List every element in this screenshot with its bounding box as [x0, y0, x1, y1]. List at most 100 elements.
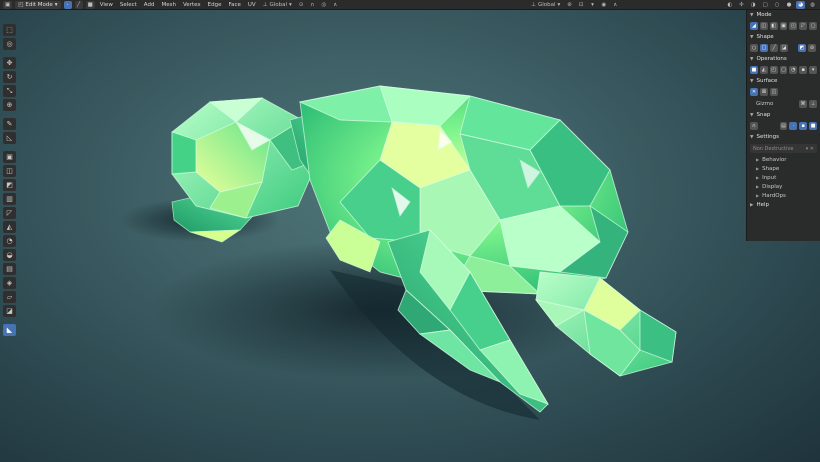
mode-slice-button[interactable]: ◫ [759, 22, 768, 30]
section-surface-header[interactable]: ▼ Surface [747, 76, 820, 86]
section-settings-header[interactable]: ▼ Settings [747, 132, 820, 142]
menu-uv[interactable]: UV [246, 2, 258, 8]
shading-wire-button[interactable]: ○ [773, 1, 782, 9]
extrude-tool[interactable]: ▣ [3, 151, 16, 163]
shading-solid-button[interactable]: ● [785, 1, 794, 9]
transform-orientation-dropdown[interactable]: ⊥ Global ▾ [261, 1, 294, 9]
shape-circle-button[interactable]: ○ [750, 44, 758, 52]
surface-object-button[interactable]: ✕ [750, 88, 758, 96]
visibility-button[interactable]: ◐ [725, 1, 734, 9]
close-icon: ✕ [751, 89, 757, 95]
transform-tool[interactable]: ⊕ [3, 99, 16, 111]
op-offset-button[interactable]: ◰ [769, 66, 778, 74]
settings-shape[interactable]: ▶ Shape [747, 164, 820, 173]
op-extrude-button[interactable]: ◭ [759, 66, 768, 74]
shape-ngon-button[interactable]: ╱ [770, 44, 778, 52]
snap-enable-button[interactable]: ∩ [750, 122, 758, 130]
settings-input[interactable]: ▶ Input [747, 173, 820, 182]
spin-tool[interactable]: ◔ [3, 235, 16, 247]
op-lock-button[interactable]: ▪ [799, 66, 808, 74]
snap-toggle[interactable]: ∩ [308, 1, 316, 9]
section-help-header[interactable]: ▶ Help [747, 200, 820, 210]
shading-rendered-button[interactable]: ◍ [808, 1, 817, 9]
shape-option-button[interactable]: ◩ [798, 44, 806, 52]
op-rotate-button[interactable]: ◔ [789, 66, 798, 74]
mode-inset-button[interactable]: ▣ [779, 22, 788, 30]
gizmo-toggle[interactable]: ⌘ [799, 100, 807, 108]
cursor-tool[interactable]: ◎ [3, 38, 16, 50]
mode-make-button[interactable]: ▢ [809, 22, 817, 30]
gizmo-axis-toggle[interactable]: ⊥ [809, 100, 817, 108]
overlay-button[interactable]: ◑ [749, 1, 758, 9]
annotate-tool[interactable]: ✎ [3, 118, 16, 130]
shading-material-button[interactable]: ◕ [796, 0, 806, 9]
mode-selector[interactable]: ◰ Edit Mode ▾ [15, 0, 61, 9]
orientation-icon: ⊥ [262, 1, 268, 8]
menu-vertex[interactable]: Vertex [181, 2, 203, 8]
pivot-point-button[interactable]: ⊙ [297, 1, 306, 9]
menu-add[interactable]: Add [142, 2, 157, 8]
bevel-tool[interactable]: ◩ [3, 179, 16, 191]
measure-tool[interactable]: ◺ [3, 132, 16, 144]
snap-edge-button[interactable]: ▪ [799, 122, 808, 130]
move-tool[interactable]: ✥ [3, 57, 16, 69]
rip-tool[interactable]: ◪ [3, 305, 16, 317]
menu-face[interactable]: Face [226, 2, 242, 8]
loop-cut-tool[interactable]: ▥ [3, 193, 16, 205]
proportional-button[interactable]: ◉ [599, 1, 608, 9]
section-operations-header[interactable]: ▼ Operations [747, 54, 820, 64]
section-snap-header[interactable]: ▼ Snap [747, 110, 820, 120]
menu-select[interactable]: Select [118, 2, 139, 8]
mode-join-button[interactable]: ◰ [789, 22, 798, 30]
section-shape-header[interactable]: ▼ Shape [747, 32, 820, 42]
inset-tool[interactable]: ◫ [3, 165, 16, 177]
menu-mesh[interactable]: Mesh [159, 2, 177, 8]
shear-tool[interactable]: ▱ [3, 291, 16, 303]
3d-viewport[interactable]: ⬚ ◎ ✥ ↻ ⤡ ⊕ ✎ ◺ ▣ ◫ ◩ ▥ ◸ ◭ ◔ ◒ ▤ ◈ ▱ ◪ ◣ [0, 10, 820, 462]
snap-button[interactable]: ⊡ [577, 1, 586, 9]
menu-edge[interactable]: Edge [206, 2, 224, 8]
shape-option-2-button[interactable]: ⊘ [808, 44, 816, 52]
op-draw-button[interactable]: ■ [750, 66, 758, 74]
shape-box-button[interactable]: □ [760, 44, 768, 52]
face-select-button[interactable]: ■ [85, 0, 95, 9]
section-mode-header[interactable]: ▼ Mode [747, 10, 820, 20]
edge-slide-tool[interactable]: ▤ [3, 263, 16, 275]
knife-tool[interactable]: ◸ [3, 207, 16, 219]
smooth-tool[interactable]: ◒ [3, 249, 16, 261]
rotate-tool[interactable]: ↻ [3, 71, 16, 83]
menu-view[interactable]: View [98, 2, 115, 8]
transform-pivot-button[interactable]: ⊛ [565, 1, 574, 9]
surface-view-button[interactable]: ⊠ [760, 88, 768, 96]
poly-build-tool[interactable]: ◭ [3, 221, 16, 233]
editor-type-button[interactable]: ▣ [3, 0, 13, 9]
edge-select-button[interactable]: ╱ [74, 0, 83, 9]
shrink-fatten-tool[interactable]: ◈ [3, 277, 16, 289]
boxcutter-tool[interactable]: ◣ [3, 324, 16, 336]
surface-cursor-button[interactable]: ◫ [770, 88, 778, 96]
snap-target-button[interactable]: ▾ [588, 1, 596, 9]
proportional-edit-toggle[interactable]: ◎ [319, 1, 328, 9]
shape-custom-button[interactable]: ◪ [780, 44, 788, 52]
snap-face-button[interactable]: ■ [809, 122, 817, 130]
chevron-right-icon: ▶ [750, 202, 754, 208]
mode-intersect-button[interactable]: ◧ [769, 22, 778, 30]
op-more-button[interactable]: ▾ [809, 66, 818, 74]
falloff-curve-button[interactable]: ∧ [611, 1, 619, 9]
pivot-orientation-dropdown[interactable]: ⊥ Global ▾ [529, 1, 562, 9]
gizmo-button[interactable]: ✢ [737, 1, 746, 9]
snap-vertex-button[interactable]: · [789, 122, 798, 130]
vertex-select-button[interactable]: · [63, 0, 72, 9]
settings-mode-dropdown[interactable]: Non Destructive ▾ ✕ [750, 144, 817, 153]
snap-grid-button[interactable]: ▤ [779, 122, 788, 130]
scale-tool[interactable]: ⤡ [3, 85, 16, 97]
settings-display[interactable]: ▶ Display [747, 182, 820, 191]
falloff-button[interactable]: ∧ [331, 1, 339, 9]
settings-hardops[interactable]: ▶ HardOps [747, 191, 820, 200]
xray-button[interactable]: ▢ [761, 1, 770, 9]
mode-knife-button[interactable]: ◸ [799, 22, 808, 30]
select-box-tool[interactable]: ⬚ [3, 24, 16, 36]
op-move-button[interactable]: ▢ [779, 66, 788, 74]
settings-behavior[interactable]: ▶ Behavior [747, 155, 820, 164]
mode-cut-button[interactable]: ◢ [749, 22, 758, 30]
